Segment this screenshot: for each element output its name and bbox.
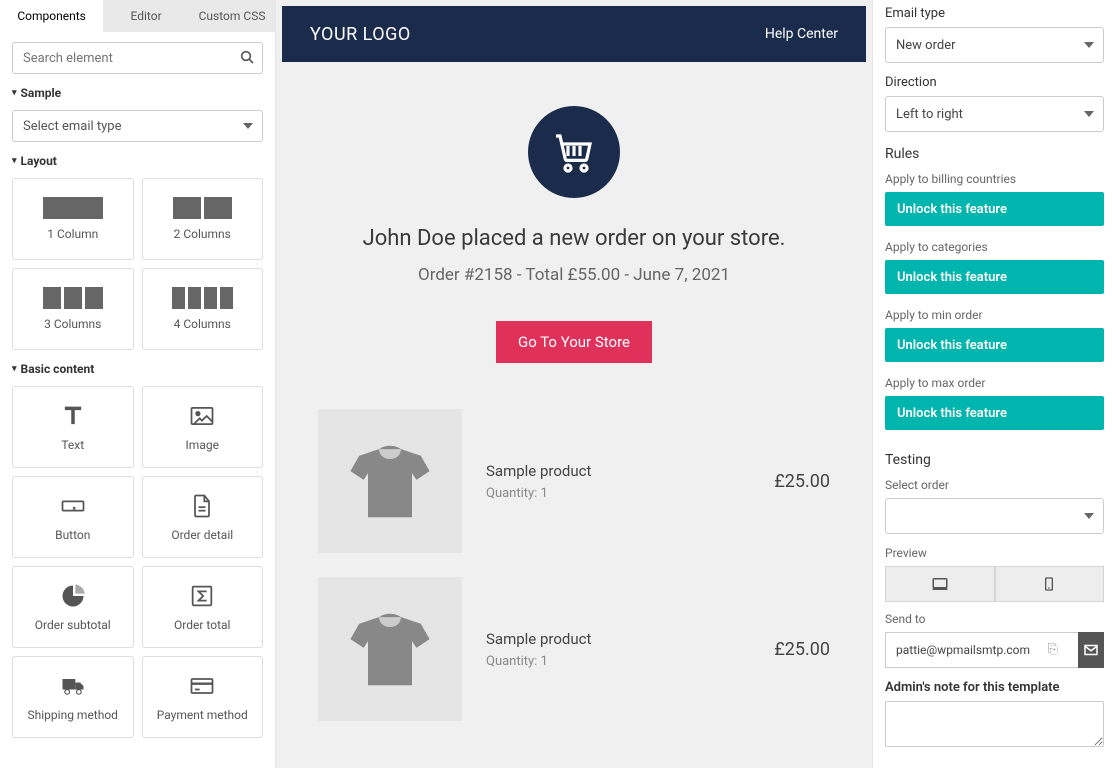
section-sample[interactable]: Sample [12,86,263,100]
left-sidebar: Components Editor Custom CSS Sample Sele… [0,0,276,768]
layout-grid: 1 Column 2 Columns 3 Columns 4 Columns [12,178,263,350]
truck-icon [59,672,87,700]
layout-2columns[interactable]: 2 Columns [142,178,264,260]
product-price: £25.00 [774,471,830,492]
desktop-icon [931,575,949,593]
tab-components[interactable]: Components [0,0,103,32]
sidebar-tabs: Components Editor Custom CSS [0,0,275,32]
document-icon [188,492,216,520]
product-image [318,577,462,721]
note-label: Admin's note for this template [885,680,1104,695]
product-image [318,409,462,553]
select-order[interactable] [885,498,1104,534]
send-button[interactable] [1078,632,1104,668]
unlock-max-button[interactable]: Unlock this feature [885,396,1104,430]
tile-order-detail[interactable]: Order detail [142,476,264,558]
search-wrap [12,42,263,74]
card-icon [188,672,216,700]
tile-image[interactable]: Image [142,386,264,468]
preview-label: Preview [885,546,1104,560]
product-row: Sample product Quantity: 1 £25.00 [282,577,866,745]
email-logo: YOUR LOGO [310,24,411,45]
section-layout[interactable]: Layout [12,154,263,168]
tile-order-total[interactable]: Order total [142,566,264,648]
mail-icon [1082,641,1100,659]
sidebar-scroll[interactable]: Sample Select email type Layout 1 Column… [0,32,275,768]
unlock-min-button[interactable]: Unlock this feature [885,328,1104,362]
sendto-label: Send to [885,612,1104,626]
button-icon [59,492,87,520]
basic-grid: Text Image Button Order detail Order sub… [12,386,263,738]
sample-select-wrap: Select email type [12,110,263,142]
testing-heading: Testing [885,452,1104,468]
search-icon [239,49,255,69]
mobile-icon [1041,576,1057,592]
section-basic[interactable]: Basic content [12,362,263,376]
product-row: Sample product Quantity: 1 £25.00 [282,409,866,577]
cta-button[interactable]: Go To Your Store [496,321,652,363]
rules-heading: Rules [885,146,1104,162]
image-icon [188,402,216,430]
tab-custom-css[interactable]: Custom CSS [189,0,275,32]
tile-payment-method[interactable]: Payment method [142,656,264,738]
tile-order-subtotal[interactable]: Order subtotal [12,566,134,648]
direction-label: Direction [885,75,1104,90]
product-price: £25.00 [774,639,830,660]
tile-text[interactable]: Text [12,386,134,468]
apply-max-label: Apply to max order [885,376,1104,390]
unlock-categories-button[interactable]: Unlock this feature [885,260,1104,294]
apply-billing-label: Apply to billing countries [885,172,1104,186]
product-qty: Quantity: 1 [486,654,750,669]
product-name: Sample product [486,462,750,480]
layout-1column[interactable]: 1 Column [12,178,134,260]
order-meta: Order #2158 - Total £55.00 - June 7, 202… [282,265,866,285]
email-type-label: Email type [885,6,1104,21]
product-name: Sample product [486,630,750,648]
preview-canvas: YOUR LOGO Help Center John Doe placed a … [276,0,872,768]
layout-3columns[interactable]: 3 Columns [12,268,134,350]
order-message: John Doe placed a new order on your stor… [282,226,866,251]
right-sidebar: Email type New order Direction Left to r… [872,0,1116,768]
tile-button[interactable]: Button [12,476,134,558]
sigma-icon [188,582,216,610]
note-textarea[interactable] [885,701,1104,747]
direction-select[interactable]: Left to right [885,96,1104,132]
email-header: YOUR LOGO Help Center [282,6,866,62]
contacts-icon[interactable]: ⎘ [1048,642,1058,657]
email-type-select[interactable]: New order [885,27,1104,63]
product-qty: Quantity: 1 [486,486,750,501]
text-icon [59,402,87,430]
apply-min-label: Apply to min order [885,308,1104,322]
tab-editor[interactable]: Editor [103,0,189,32]
preview-mobile-button[interactable] [995,566,1105,602]
cart-icon [528,106,620,198]
apply-categories-label: Apply to categories [885,240,1104,254]
piechart-icon [59,582,87,610]
layout-4columns[interactable]: 4 Columns [142,268,264,350]
help-center-link[interactable]: Help Center [765,26,838,42]
search-input[interactable] [12,42,263,74]
unlock-billing-button[interactable]: Unlock this feature [885,192,1104,226]
select-order-label: Select order [885,478,1104,492]
sample-select[interactable]: Select email type [12,110,263,142]
preview-desktop-button[interactable] [885,566,995,602]
tile-shipping-method[interactable]: Shipping method [12,656,134,738]
